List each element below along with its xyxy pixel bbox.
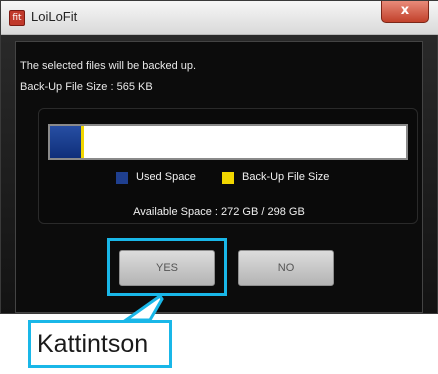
callout-pointer <box>121 293 164 322</box>
callout-label: Kattintson <box>28 320 172 368</box>
